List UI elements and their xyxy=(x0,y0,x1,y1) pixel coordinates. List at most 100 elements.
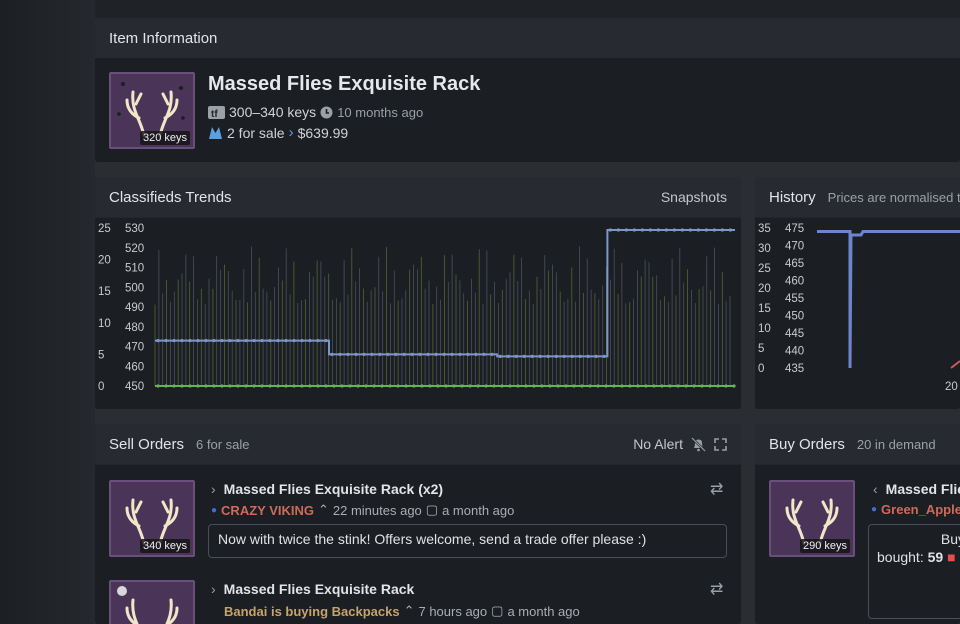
order-meta: Bandai is buying Backpacks ⌃ 7 hours ago… xyxy=(224,603,580,619)
y-right-tick-label: 435 xyxy=(785,363,804,375)
page-background-left xyxy=(0,0,95,624)
bumped-time: 22 minutes ago xyxy=(332,502,422,518)
svg-text:tf: tf xyxy=(211,109,218,120)
page-background-top xyxy=(95,0,960,18)
y-right-tick-label: 440 xyxy=(785,346,804,358)
order-price-badge: 290 keys xyxy=(799,539,850,553)
history-chart-area[interactable]: 0 5 10 15 20 25 30 35 435 440 445 450 455 460 465 470 47… xyxy=(755,218,960,409)
bell-slash-icon[interactable] xyxy=(691,436,706,452)
order-title-text: Massed Flies Exquisite Rack xyxy=(223,581,415,597)
seller-name[interactable]: Bandai is buying Backpacks xyxy=(224,604,400,619)
trade-swap-icon[interactable]: ⇄ xyxy=(710,579,723,599)
classifieds-trends-panel: Classifieds Trends Snapshots 0 5 10 15 20 25 4… xyxy=(95,177,741,409)
calendar-icon: ▢ xyxy=(491,603,504,618)
panel-header: Classifieds Trends Snapshots xyxy=(95,177,741,217)
y-left-tick-label: 0 xyxy=(98,381,104,393)
panel-title: History xyxy=(769,188,816,206)
order-item-image[interactable] xyxy=(109,580,195,624)
calendar-icon: ▢ xyxy=(425,502,439,517)
y-left-tick-label: 0 xyxy=(758,363,764,375)
item-image[interactable]: 320 keys xyxy=(109,72,195,149)
shield-icon: ● xyxy=(211,504,218,516)
buy-orders-panel: Buy Orders 20 in demand 290 keys ‹ Masse… xyxy=(755,424,960,624)
y-right-tick-label: 470 xyxy=(785,241,804,253)
y-right-tick-label: 475 xyxy=(785,223,804,235)
listed-time: a month ago xyxy=(442,502,515,518)
buyer-name[interactable]: Green_Apple xyxy=(881,502,960,517)
order-title[interactable]: › Massed Flies Exquisite Rack (x2) xyxy=(211,481,443,497)
seller-name[interactable]: CRAZY VIKING xyxy=(221,503,314,518)
y-right-tick-label: 530 xyxy=(125,223,144,235)
price-row: tf 300–340 keys 10 months ago xyxy=(208,104,423,120)
x-tick-label: 20 xyxy=(945,381,958,393)
panel-title: Classifieds Trends xyxy=(109,188,232,206)
panel-title: Sell Orders xyxy=(109,435,185,453)
order-title[interactable]: › Massed Flies Exquisite Rack xyxy=(211,581,414,597)
bought-value: 59 xyxy=(927,549,944,565)
y-left-tick-label: 15 xyxy=(98,286,111,298)
panel-title: Item Information xyxy=(109,29,218,47)
no-alert-button[interactable]: No Alert xyxy=(633,436,683,452)
y-left-tick-label: 15 xyxy=(758,303,771,315)
y-right-tick-label: 460 xyxy=(125,361,144,373)
order-price-badge: 340 keys xyxy=(139,539,190,553)
y-left-tick-label: 5 xyxy=(758,343,764,355)
buy-count: 20 in demand xyxy=(856,436,936,452)
trade-swap-icon[interactable]: ⇄ xyxy=(710,479,723,499)
price-age: 10 months ago xyxy=(337,104,424,120)
panel-body: 320 keys Massed Flies Exquisite Rack tf … xyxy=(95,58,960,162)
y-right-tick-label: 445 xyxy=(785,328,804,340)
clock-icon xyxy=(320,106,333,119)
item-price-badge: 320 keys xyxy=(139,131,190,145)
order-title[interactable]: ‹ Massed Flie xyxy=(873,481,960,497)
y-right-tick-label: 460 xyxy=(785,276,804,288)
bump-icon: ⌃ xyxy=(317,502,329,517)
order-item-image[interactable]: 290 keys xyxy=(769,480,855,557)
bumped-time: 7 hours ago xyxy=(418,603,488,619)
history-panel: History Prices are normalised t 0 5 10 15 20… xyxy=(755,177,960,409)
y-left-tick-label: 25 xyxy=(758,263,771,275)
y-left-tick-label: 20 xyxy=(758,283,771,295)
history-chart[interactable]: 0 5 10 15 20 25 30 35 435 440 445 450 455 460 465 470 47… xyxy=(755,218,960,409)
lock-icon: ■ xyxy=(947,549,956,565)
order-meta: ● Green_Apple xyxy=(871,502,960,517)
chevron-right-icon: › xyxy=(211,581,216,597)
sell-orders-list: 340 keys › Massed Flies Exquisite Rack (… xyxy=(95,465,741,624)
market-row: 2 for sale › $639.99 xyxy=(208,124,348,141)
classifieds-trends-chart[interactable]: 0510152025450460470480490500510520530 xyxy=(95,218,741,409)
panel-header: Item Information xyxy=(95,18,960,58)
order-item-image[interactable]: 340 keys xyxy=(109,480,195,557)
order-message-line: bought: 59 ■ xyxy=(877,549,960,565)
bump-icon: ⌃ xyxy=(403,603,415,618)
shield-icon: ● xyxy=(871,504,878,515)
price-keys[interactable]: 300–340 keys xyxy=(229,104,316,120)
y-right-tick-label: 450 xyxy=(125,381,144,393)
y-right-tick-label: 480 xyxy=(125,322,144,334)
trends-chart-area[interactable]: 0 5 10 15 20 25 450 460 470 480 490 500 510 520 530 xyxy=(95,218,741,409)
y-left-tick-label: 5 xyxy=(98,349,104,361)
y-left-tick-label: 30 xyxy=(758,243,771,255)
history-line-secondary xyxy=(950,360,960,369)
order-message: Buy bought: 59 ■ xyxy=(868,524,960,619)
panel-title: Buy Orders xyxy=(769,435,845,453)
y-right-tick-label: 470 xyxy=(125,342,144,354)
y-left-tick-label: 35 xyxy=(758,223,771,235)
item-information-panel: Item Information 320 keys Massed Flies E… xyxy=(95,18,960,162)
y-right-tick-label: 500 xyxy=(125,282,144,294)
history-subtitle: Prices are normalised t xyxy=(827,189,960,205)
alert-controls: No Alert xyxy=(633,436,727,452)
panel-header: Buy Orders 20 in demand xyxy=(755,424,960,464)
bought-label: bought: xyxy=(877,549,924,565)
market-price[interactable]: $639.99 xyxy=(298,125,349,141)
y-right-tick-label: 510 xyxy=(125,263,144,275)
order-title-text: Massed Flies Exquisite Rack (x2) xyxy=(223,481,444,497)
buy-orders-list: 290 keys ‹ Massed Flie ● Green_Apple Buy… xyxy=(755,465,960,624)
order-meta: ● CRAZY VIKING ⌃ 22 minutes ago ▢ a mont… xyxy=(211,502,514,518)
expand-icon[interactable] xyxy=(714,437,727,451)
snapshots-link[interactable]: Snapshots xyxy=(661,189,727,205)
sell-orders-panel: Sell Orders 6 for sale No Alert 340 keys… xyxy=(95,424,741,624)
history-line xyxy=(817,230,960,369)
order-message-line: Buy xyxy=(940,531,960,547)
chevron-right-icon: › xyxy=(288,124,294,141)
for-sale-count[interactable]: 2 for sale xyxy=(227,125,285,141)
